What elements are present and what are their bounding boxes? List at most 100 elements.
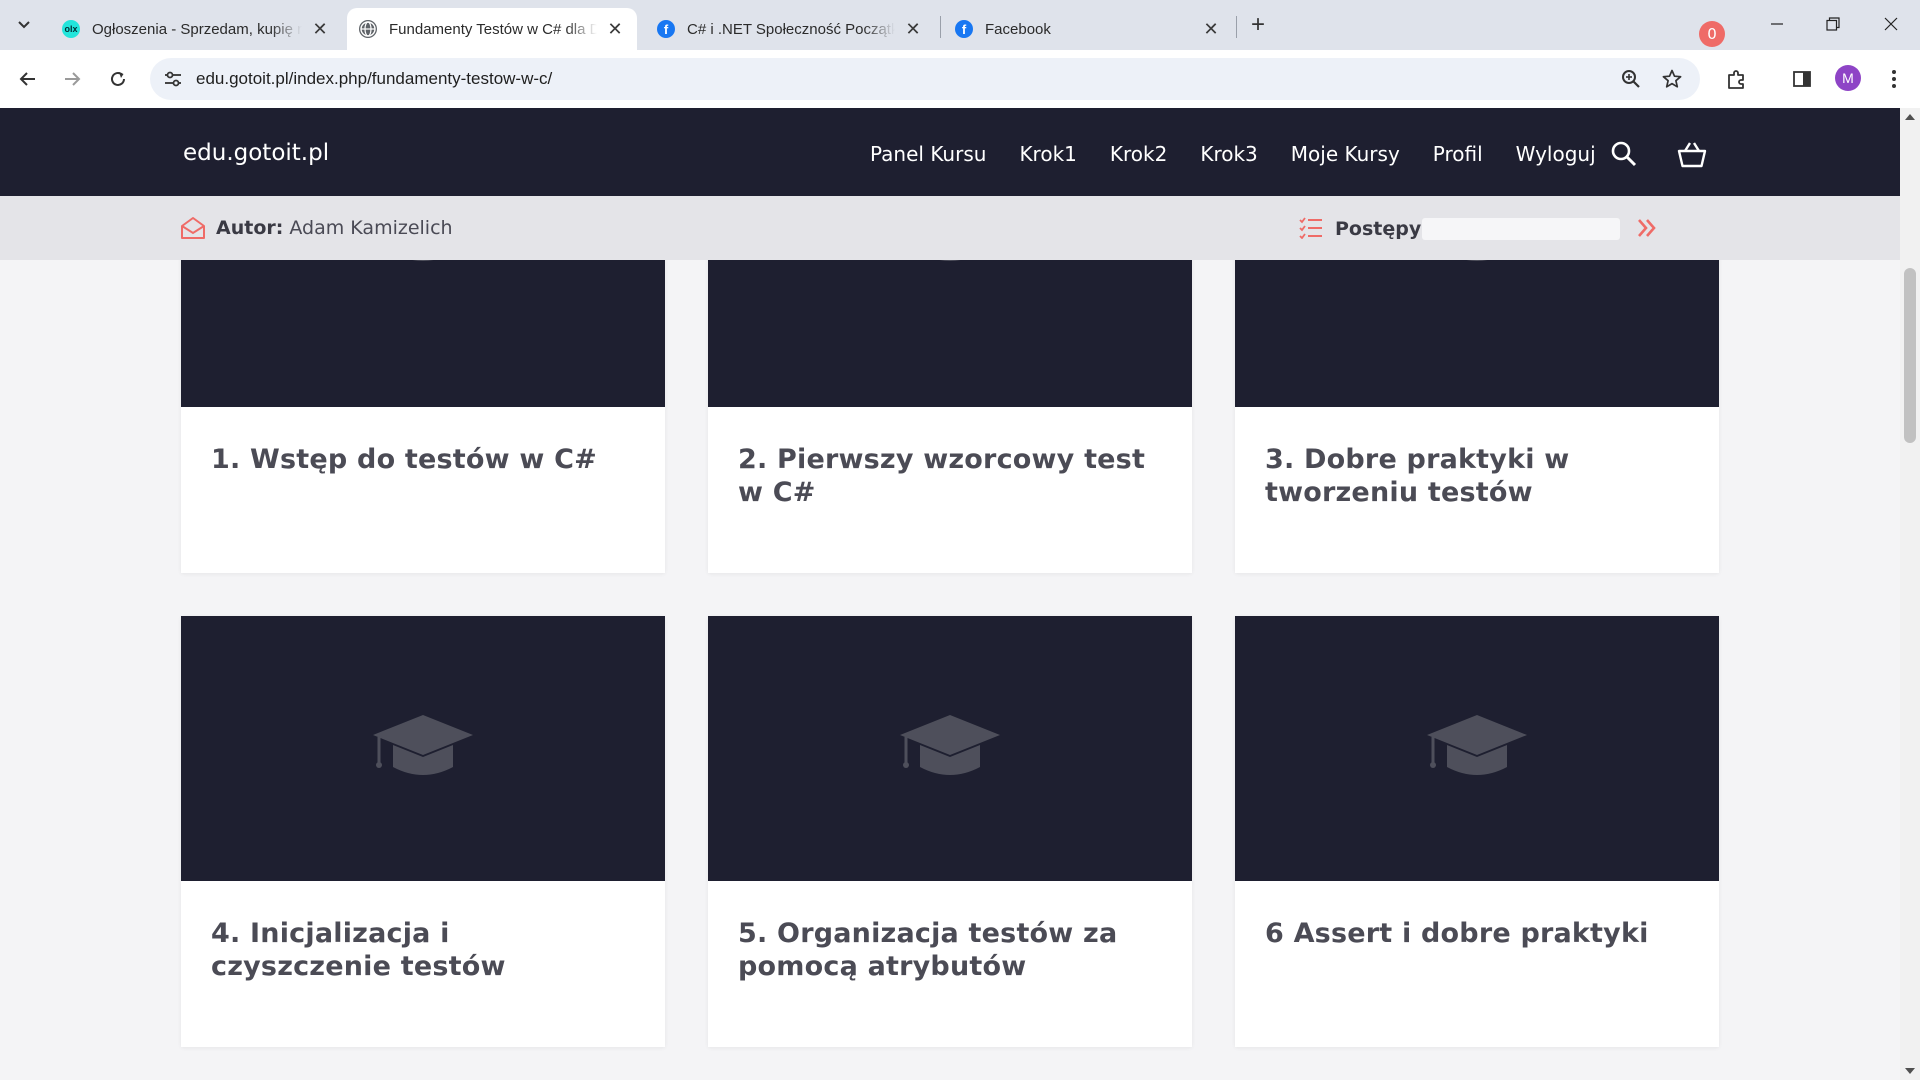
- lesson-title[interactable]: 2. Pierwszy wzorcowy test w C#: [708, 407, 1192, 573]
- back-button[interactable]: [12, 63, 44, 95]
- close-icon[interactable]: ✕: [310, 19, 330, 39]
- nav-panel-kursu[interactable]: Panel Kursu: [870, 142, 986, 166]
- minimize-icon: [1771, 23, 1783, 25]
- new-tab-button[interactable]: +: [1244, 11, 1272, 39]
- author-name: Adam Kamizelich: [289, 217, 453, 239]
- lesson-card[interactable]: 2. Pierwszy wzorcowy test w C#: [708, 260, 1192, 573]
- lesson-thumbnail[interactable]: [1235, 260, 1719, 407]
- graduation-cap-icon: [939, 260, 961, 261]
- browser-toolbar: edu.gotoit.pl/index.php/fundamenty-testo…: [0, 50, 1920, 108]
- lesson-card[interactable]: 6 Assert i dobre praktyki: [1235, 616, 1719, 1047]
- lesson-title[interactable]: 4. Inicjalizacja i czyszczenie testów: [181, 881, 665, 1047]
- tab-title: Fundamenty Testów w C# dla Developerów: [389, 20, 597, 38]
- tab-facebook[interactable]: f Facebook ✕: [943, 8, 1233, 50]
- nav-krok2[interactable]: Krok2: [1110, 142, 1167, 166]
- tab-search-button[interactable]: [8, 9, 40, 41]
- olx-icon: olx: [62, 20, 80, 38]
- close-icon[interactable]: ✕: [1201, 19, 1221, 39]
- restore-button[interactable]: [1810, 8, 1856, 40]
- basket-icon[interactable]: [1676, 140, 1708, 168]
- extensions-button[interactable]: [1723, 65, 1751, 93]
- progress-label: Postępy:: [1335, 218, 1429, 240]
- site-settings-icon[interactable]: [162, 68, 184, 90]
- site-header: edu.gotoit.pl Panel Kursu Krok1 Krok2 Kr…: [0, 108, 1900, 196]
- tab-olx[interactable]: olx Ogłoszenia - Sprzedam, kupię na OLX …: [50, 8, 342, 50]
- zoom-button[interactable]: [1620, 68, 1642, 90]
- lesson-card[interactable]: 1. Wstęp do testów w C#: [181, 260, 665, 573]
- close-window-button[interactable]: [1868, 8, 1914, 40]
- nav-krok1[interactable]: Krok1: [1019, 142, 1076, 166]
- forward-button[interactable]: [56, 63, 88, 95]
- lessons-grid: 1. Wstęp do testów w C# 2. Pierwszy wzor…: [0, 260, 1900, 1080]
- site-logo[interactable]: edu.gotoit.pl: [183, 140, 329, 166]
- lesson-title[interactable]: 1. Wstęp do testów w C#: [181, 407, 665, 573]
- list-icon: [1299, 217, 1322, 239]
- lesson-thumbnail[interactable]: [708, 260, 1192, 407]
- facebook-icon: f: [955, 20, 973, 38]
- triangle-down-icon: [1905, 1068, 1915, 1074]
- scroll-thumb[interactable]: [1904, 268, 1916, 443]
- reload-button[interactable]: [102, 63, 134, 95]
- reload-icon: [111, 71, 125, 86]
- main-nav: Panel Kursu Krok1 Krok2 Krok3 Moje Kursy…: [870, 142, 1629, 166]
- minimize-button[interactable]: [1754, 8, 1800, 40]
- graduation-cap-icon: [900, 714, 1000, 775]
- scroll-up-arrow[interactable]: [1900, 108, 1920, 126]
- lesson-thumbnail[interactable]: [181, 616, 665, 881]
- search-icon[interactable]: [1610, 140, 1638, 168]
- lesson-card[interactable]: 4. Inicjalizacja i czyszczenie testów: [181, 616, 665, 1047]
- lesson-thumbnail[interactable]: [1235, 616, 1719, 881]
- scroll-down-arrow[interactable]: [1900, 1062, 1920, 1080]
- globe-icon: [359, 20, 377, 38]
- lesson-title[interactable]: 6 Assert i dobre praktyki: [1235, 881, 1719, 1047]
- graduation-cap-icon: [1427, 714, 1527, 775]
- tab-strip: olx Ogłoszenia - Sprzedam, kupię na OLX …: [0, 0, 1920, 50]
- arrow-right-icon: [65, 72, 81, 86]
- nav-krok3[interactable]: Krok3: [1200, 142, 1257, 166]
- cart-count-badge[interactable]: 0: [1699, 21, 1725, 47]
- lesson-thumbnail[interactable]: [708, 616, 1192, 881]
- author-label: Autor:: [216, 217, 284, 239]
- tab-title: C# i .NET Społeczność Początkujących: [687, 20, 895, 38]
- url-text[interactable]: edu.gotoit.pl/index.php/fundamenty-testo…: [196, 69, 552, 89]
- page-scrollbar[interactable]: [1900, 108, 1920, 1080]
- address-bar[interactable]: edu.gotoit.pl/index.php/fundamenty-testo…: [150, 58, 1700, 100]
- bookmark-button[interactable]: [1661, 68, 1683, 90]
- nav-profil[interactable]: Profil: [1433, 142, 1483, 166]
- lesson-thumbnail[interactable]: [181, 260, 665, 407]
- restore-icon: [1826, 17, 1840, 31]
- nav-wyloguj[interactable]: Wyloguj: [1516, 142, 1596, 166]
- nav-moje-kursy[interactable]: Moje Kursy: [1291, 142, 1400, 166]
- kebab-menu-icon: [1892, 70, 1896, 88]
- graduation-cap-icon: [1466, 260, 1488, 261]
- course-info-bar: Autor: Adam Kamizelich Postępy:: [0, 196, 1900, 260]
- lesson-title[interactable]: 5. Organizacja testów za pomocą atrybutó…: [708, 881, 1192, 1047]
- tab-csharp-group[interactable]: f C# i .NET Społeczność Początkujących ✕: [645, 8, 935, 50]
- side-panel-button[interactable]: [1788, 65, 1816, 93]
- side-panel-icon: [1793, 71, 1811, 87]
- lesson-card[interactable]: 5. Organizacja testów za pomocą atrybutó…: [708, 616, 1192, 1047]
- graduation-cap-icon: [412, 260, 434, 261]
- close-icon: [1884, 17, 1898, 31]
- arrow-left-icon: [19, 72, 35, 86]
- zoom-icon: [1622, 70, 1640, 88]
- author-text: Autor: Adam Kamizelich: [216, 217, 453, 239]
- browser-menu-button[interactable]: [1880, 65, 1908, 93]
- lesson-title[interactable]: 3. Dobre praktyki w tworzeniu testów: [1235, 407, 1719, 573]
- progress-bar: [1422, 218, 1620, 240]
- profile-avatar[interactable]: M: [1835, 65, 1861, 91]
- close-icon[interactable]: ✕: [605, 19, 625, 39]
- close-icon[interactable]: ✕: [903, 19, 923, 39]
- tab-title: Ogłoszenia - Sprzedam, kupię na OLX: [92, 20, 302, 38]
- facebook-icon: f: [657, 20, 675, 38]
- puzzle-icon: [1728, 70, 1744, 89]
- lesson-card[interactable]: 3. Dobre praktyki w tworzeniu testów: [1235, 260, 1719, 573]
- star-icon: [1662, 69, 1682, 88]
- double-chevron-right-icon[interactable]: [1636, 217, 1658, 239]
- graduation-cap-icon: [373, 714, 473, 775]
- triangle-up-icon: [1905, 114, 1915, 120]
- tab-separator: [1236, 16, 1237, 38]
- tab-separator: [940, 16, 941, 38]
- tab-title: Facebook: [985, 20, 1051, 38]
- tab-fundamenty[interactable]: Fundamenty Testów w C# dla Developerów ✕: [347, 8, 637, 50]
